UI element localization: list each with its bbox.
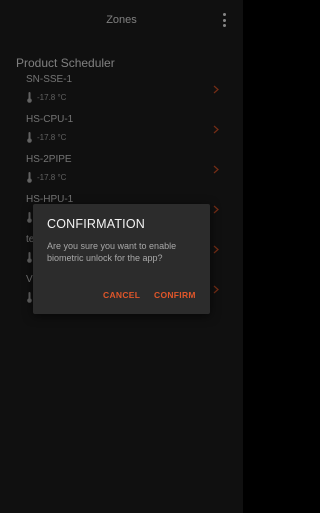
cancel-button[interactable]: CANCEL bbox=[103, 290, 140, 300]
dialog-message: Are you sure you want to enable biometri… bbox=[47, 241, 177, 263]
confirmation-dialog: CONFIRMATION Are you sure you want to en… bbox=[33, 204, 210, 314]
dialog-title: CONFIRMATION bbox=[47, 217, 145, 231]
confirm-button[interactable]: CONFIRM bbox=[154, 290, 196, 300]
